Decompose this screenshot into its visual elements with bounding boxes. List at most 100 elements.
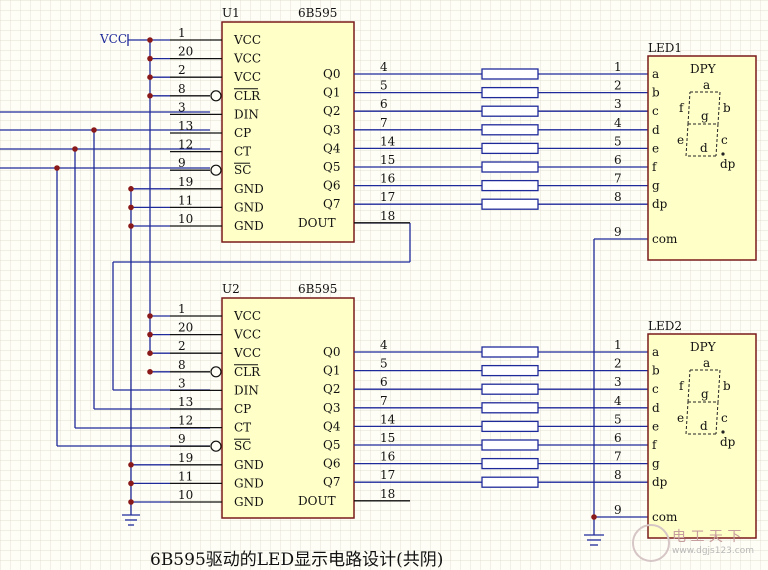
led-pin-name: e bbox=[652, 419, 659, 433]
led-pin-name: e bbox=[652, 141, 659, 155]
pin-name: Q0 bbox=[323, 67, 340, 81]
resistor bbox=[481, 439, 539, 451]
pin-number: 10 bbox=[178, 488, 193, 502]
seg-label-g: g bbox=[701, 109, 709, 123]
seg-label-e: e bbox=[677, 133, 684, 147]
junction-dot bbox=[128, 462, 134, 468]
junction-dot bbox=[147, 74, 153, 80]
pin-name: DIN bbox=[234, 107, 259, 121]
pin-name: Q0 bbox=[323, 345, 340, 359]
led-pin-number: 2 bbox=[614, 79, 622, 93]
pin-number: 1 bbox=[178, 26, 186, 40]
watermark-title: 电 工 天 下 bbox=[672, 529, 742, 545]
pin-number: 1 bbox=[178, 302, 186, 316]
pin-number: 3 bbox=[178, 100, 186, 114]
resistor bbox=[481, 402, 539, 414]
junction-dot bbox=[91, 127, 97, 133]
pin-number: 13 bbox=[178, 119, 193, 133]
resistor bbox=[481, 124, 539, 136]
led-pin-name: a bbox=[652, 345, 659, 359]
led-pin-name: d bbox=[652, 401, 660, 415]
pin-number: 4 bbox=[380, 338, 388, 352]
seg-label-dp: dp bbox=[720, 435, 736, 449]
pin-name: Q6 bbox=[323, 179, 340, 193]
pin-number: 18 bbox=[380, 487, 395, 501]
led-body bbox=[647, 333, 757, 539]
watermark: 电 工 天 下 www.dgjs123.com bbox=[632, 522, 762, 562]
resistor bbox=[481, 142, 539, 155]
led-pin-number: 9 bbox=[614, 225, 622, 239]
junction-dot bbox=[72, 146, 78, 152]
seg-label-b: b bbox=[723, 379, 731, 393]
led-pin-name: b bbox=[652, 364, 660, 378]
junction-dot bbox=[54, 165, 60, 171]
junction-dot bbox=[128, 223, 134, 229]
resistor bbox=[481, 346, 539, 358]
led-pin-name: c bbox=[652, 382, 659, 396]
inversion-bubble bbox=[210, 164, 222, 176]
seg-label-a: a bbox=[703, 356, 710, 370]
pin-name: Q3 bbox=[323, 401, 340, 415]
pin-number: 11 bbox=[178, 193, 193, 207]
vcc-label: VCC bbox=[100, 32, 128, 46]
pin-number: 8 bbox=[178, 82, 186, 96]
led-pin-number: 2 bbox=[614, 357, 622, 371]
pin-number: 9 bbox=[178, 432, 186, 446]
pin-number: 3 bbox=[178, 376, 186, 390]
led-pin-number: 6 bbox=[614, 153, 622, 167]
pin-name: VCC bbox=[233, 309, 261, 323]
pin-number: 12 bbox=[178, 138, 193, 152]
chip-ref: U1 bbox=[222, 6, 240, 20]
led-pin-name: a bbox=[652, 67, 659, 81]
seg-label-a: a bbox=[703, 78, 710, 92]
pin-name: SC bbox=[234, 439, 251, 453]
led-pin-name: g bbox=[652, 179, 660, 193]
resistor bbox=[481, 161, 539, 173]
pin-name: Q4 bbox=[323, 419, 341, 433]
inversion-bubble bbox=[210, 366, 222, 378]
pin-number: 16 bbox=[380, 450, 395, 464]
pin-number: 4 bbox=[380, 60, 388, 74]
pin-number: 5 bbox=[380, 357, 388, 371]
pin-number: 8 bbox=[178, 358, 186, 372]
pin-name: VCC bbox=[233, 70, 261, 84]
pin-name: VCC bbox=[233, 328, 261, 342]
pin-number: 16 bbox=[380, 172, 395, 186]
resistor bbox=[481, 179, 539, 192]
led-pin-number: 1 bbox=[614, 60, 622, 74]
seg-label-d: d bbox=[700, 141, 708, 155]
led-pin-number: 7 bbox=[614, 172, 622, 186]
seg-label-b: b bbox=[723, 101, 731, 115]
pin-name: DOUT bbox=[298, 216, 336, 230]
pin-number: 7 bbox=[380, 394, 388, 408]
pin-number: 15 bbox=[380, 431, 395, 445]
resistor bbox=[481, 420, 539, 433]
led-body bbox=[647, 55, 757, 261]
junction-dot bbox=[147, 313, 153, 319]
pin-name: CT bbox=[234, 145, 251, 159]
pin-name: GND bbox=[234, 458, 264, 472]
pin-name: Q5 bbox=[323, 160, 340, 174]
junction-dot bbox=[128, 499, 134, 505]
resistor bbox=[481, 457, 539, 470]
pin-name: CLR bbox=[234, 89, 261, 103]
junction-dot bbox=[128, 204, 134, 211]
pin-number: 11 bbox=[178, 469, 193, 483]
led-pin-number: 1 bbox=[614, 338, 622, 352]
led-pin-name: c bbox=[652, 104, 659, 118]
schematic-canvas: U1 6B5951 VCC20 VCC2 VCC8 CLR3 DIN13 CP12 CT9 SC1… bbox=[0, 0, 768, 570]
pin-name: Q1 bbox=[323, 86, 340, 100]
resistor bbox=[481, 86, 539, 99]
pin-name: CP bbox=[234, 126, 251, 140]
pin-name: Q1 bbox=[323, 364, 340, 378]
pin-name: CT bbox=[234, 421, 251, 435]
seg-label-e: e bbox=[677, 411, 684, 425]
led-pin-number: 4 bbox=[614, 116, 622, 130]
pin-number: 19 bbox=[178, 175, 193, 189]
pin-number: 14 bbox=[380, 412, 396, 426]
pin-number: 12 bbox=[178, 414, 193, 428]
pin-name: GND bbox=[234, 200, 264, 214]
led-pin-number: 6 bbox=[614, 431, 622, 445]
pin-number: 13 bbox=[178, 395, 193, 409]
watermark-url: www.dgjs123.com bbox=[672, 546, 754, 556]
